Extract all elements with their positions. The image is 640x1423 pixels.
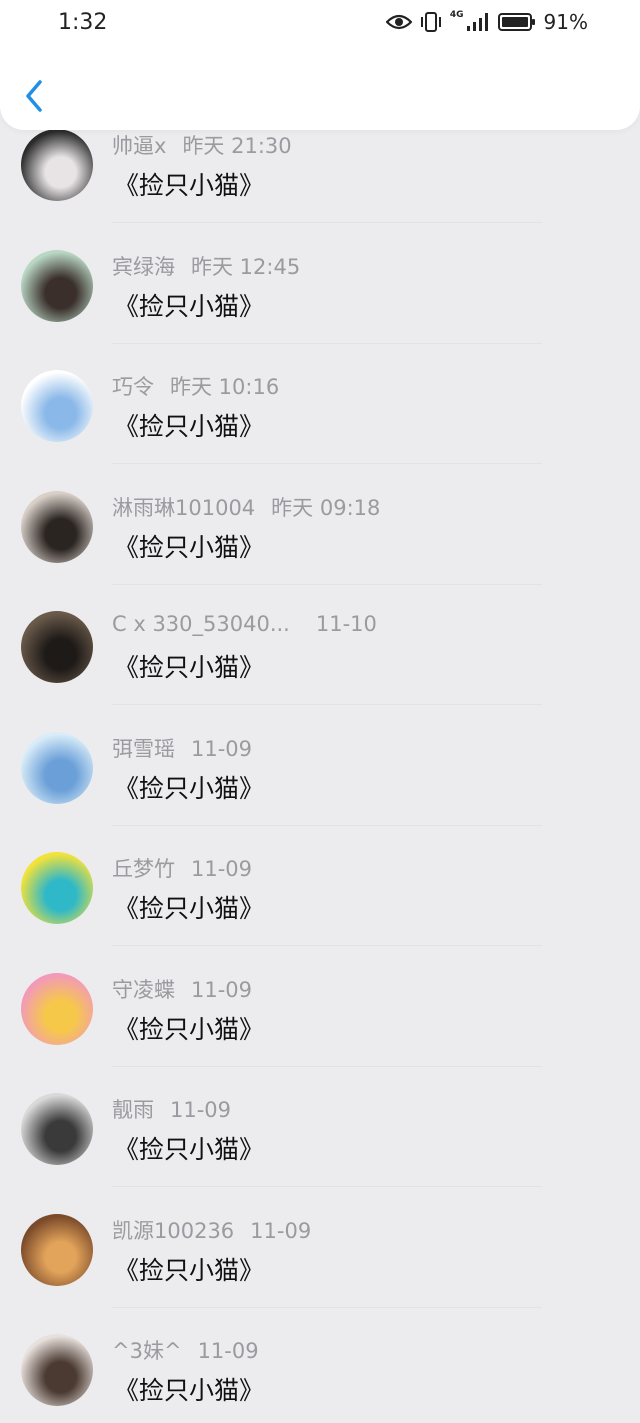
back-button[interactable] (20, 74, 50, 114)
sender-line: 凯源100236 11-09 (112, 1215, 311, 1245)
list-item[interactable]: 丘梦竹 11-09 《捡只小猫》 (0, 826, 640, 946)
list-item[interactable]: 靓雨 11-09 《捡只小猫》 (0, 1067, 640, 1187)
sender-name[interactable]: 弭雪瑶 (112, 737, 175, 761)
message-text[interactable]: 《捡只小猫》 (114, 769, 264, 805)
avatar[interactable] (21, 129, 93, 201)
message-time: 11-09 (170, 1098, 232, 1122)
list-item[interactable]: 守凌蝶 11-09 《捡只小猫》 (0, 947, 640, 1067)
divider (112, 704, 542, 705)
message-time: 昨天 12:45 (191, 255, 301, 279)
message-time: 11-09 (191, 737, 253, 761)
message-time: 昨天 09:18 (271, 496, 381, 520)
divider (112, 1186, 542, 1187)
sender-name[interactable]: 守凌蝶 (112, 978, 175, 1002)
sender-name[interactable]: 丘梦竹 (112, 857, 175, 881)
message-text[interactable]: 《捡只小猫》 (114, 1130, 264, 1166)
sender-name[interactable]: 淋雨琳101004 (112, 496, 255, 520)
list-item[interactable]: 凯源100236 11-09 《捡只小猫》 (0, 1188, 640, 1308)
avatar[interactable] (21, 250, 93, 322)
list-item[interactable]: 宾绿海 昨天 12:45 《捡只小猫》 (0, 224, 640, 344)
sender-line: 靓雨 11-09 (112, 1094, 231, 1124)
battery-icon (497, 13, 535, 31)
status-bar: 1:32 4G 91% (0, 0, 640, 48)
message-text[interactable]: 《捡只小猫》 (114, 889, 264, 925)
message-time: 11-10 (315, 612, 377, 636)
list-item[interactable]: 淋雨琳101004 昨天 09:18 《捡只小猫》 (0, 465, 640, 585)
message-text[interactable]: 《捡只小猫》 (114, 407, 264, 443)
avatar[interactable] (21, 1214, 93, 1286)
sender-line: 弭雪瑶 11-09 (112, 733, 252, 763)
message-time: 11-09 (197, 1339, 259, 1363)
message-text[interactable]: 《捡只小猫》 (114, 287, 264, 323)
message-text[interactable]: 《捡只小猫》 (114, 1251, 264, 1287)
list-item[interactable]: ^3妹^ 11-09 《捡只小猫》 (0, 1308, 640, 1423)
sender-name[interactable]: 巧令 (112, 375, 154, 399)
avatar[interactable] (21, 1093, 93, 1165)
avatar[interactable] (21, 491, 93, 563)
sender-name[interactable]: C x 330_53040... (112, 612, 290, 636)
sender-line: ^3妹^ 11-09 (112, 1335, 259, 1365)
avatar[interactable] (21, 732, 93, 804)
list-item[interactable]: C x 330_53040... 11-10 《捡只小猫》 (0, 585, 640, 705)
vibrate-icon (420, 12, 441, 32)
list-item[interactable]: 巧令 昨天 10:16 《捡只小猫》 (0, 344, 640, 464)
sender-name[interactable]: 宾绿海 (112, 255, 175, 279)
status-time: 1:32 (58, 10, 108, 35)
sender-line: 帅逼x 昨天 21:30 (112, 130, 292, 160)
divider (112, 222, 542, 223)
message-text[interactable]: 《捡只小猫》 (114, 166, 264, 202)
eye-icon (385, 14, 412, 30)
message-text[interactable]: 《捡只小猫》 (114, 648, 264, 684)
sender-name[interactable]: 帅逼x (112, 134, 166, 158)
sender-name[interactable]: ^3妹^ (112, 1339, 182, 1363)
header (0, 48, 640, 130)
chevron-left-icon (26, 80, 42, 112)
message-time: 昨天 21:30 (182, 134, 292, 158)
divider (112, 945, 542, 946)
battery-level: 91% (543, 10, 588, 34)
avatar[interactable] (21, 852, 93, 924)
avatar[interactable] (21, 973, 93, 1045)
network-type: 4G (449, 10, 464, 20)
message-text[interactable]: 《捡只小猫》 (114, 1371, 264, 1407)
avatar[interactable] (21, 1334, 93, 1406)
message-text[interactable]: 《捡只小猫》 (114, 1010, 264, 1046)
message-time: 11-09 (191, 978, 253, 1002)
sender-line: C x 330_53040... 11-10 (112, 612, 377, 636)
list-item[interactable]: 弭雪瑶 11-09 《捡只小猫》 (0, 706, 640, 826)
avatar[interactable] (21, 370, 93, 442)
message-time: 11-09 (191, 857, 253, 881)
status-icons: 4G 91% (385, 10, 588, 34)
message-text[interactable]: 《捡只小猫》 (114, 528, 264, 564)
avatar[interactable] (21, 611, 93, 683)
message-time: 11-09 (250, 1219, 312, 1243)
sender-name[interactable]: 靓雨 (112, 1098, 154, 1122)
sender-line: 巧令 昨天 10:16 (112, 371, 279, 401)
sender-line: 丘梦竹 11-09 (112, 853, 252, 883)
message-time: 昨天 10:16 (170, 375, 280, 399)
message-list: 帅逼x 昨天 21:30 《捡只小猫》 宾绿海 昨天 12:45 《捡只小猫》 巧令 昨天 1… (0, 0, 640, 1423)
sender-line: 宾绿海 昨天 12:45 (112, 251, 300, 281)
signal-icon (466, 13, 488, 31)
sender-name[interactable]: 凯源100236 (112, 1219, 234, 1243)
sender-line: 守凌蝶 11-09 (112, 974, 252, 1004)
sender-line: 淋雨琳101004 昨天 09:18 (112, 492, 380, 522)
divider (112, 463, 542, 464)
